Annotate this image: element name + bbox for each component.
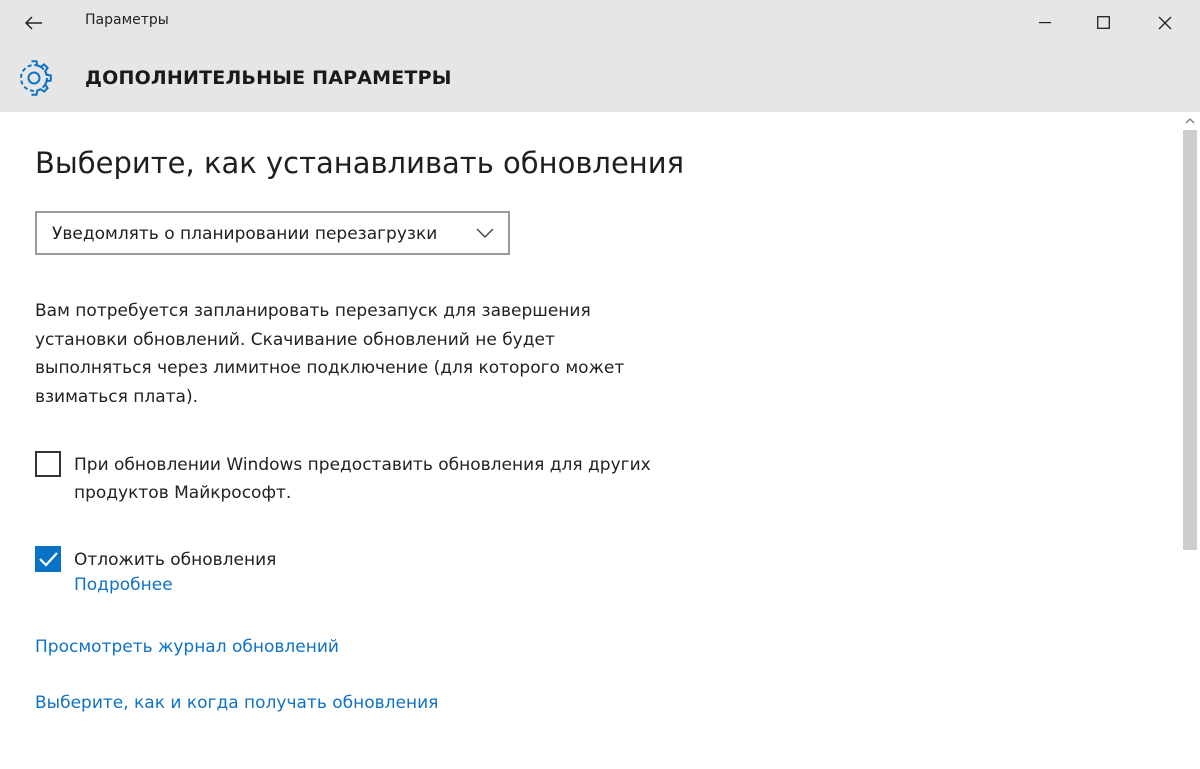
close-button[interactable] [1135, 0, 1195, 45]
minimize-icon [1039, 21, 1051, 23]
gear-icon [20, 60, 52, 96]
update-history-link[interactable]: Просмотреть журнал обновлений [35, 637, 339, 657]
other-products-checkbox[interactable] [35, 451, 61, 477]
learn-more-link[interactable]: Подробнее [74, 575, 173, 595]
window-title: Параметры [85, 12, 169, 28]
section-title: ДОПОЛНИТЕЛЬНЫЕ ПАРАМЕТРЫ [85, 67, 452, 89]
title-bar: Параметры [0, 0, 1200, 45]
defer-updates-checkbox[interactable] [35, 546, 61, 572]
defer-updates-label: Отложить обновления [74, 550, 277, 570]
arrow-left-icon [25, 15, 42, 30]
back-button[interactable] [0, 0, 68, 45]
scroll-up-icon[interactable] [1183, 116, 1197, 126]
minimize-button[interactable] [1015, 0, 1075, 45]
checkmark-icon [39, 552, 58, 567]
install-mode-dropdown[interactable]: Уведомлять о планировании перезагрузки [35, 211, 510, 255]
other-products-label: При обновлении Windows предоставить обно… [74, 455, 651, 503]
delivery-options-link[interactable]: Выберите, как и когда получать обновлени… [35, 693, 438, 713]
close-icon [1158, 16, 1172, 29]
settings-header: ДОПОЛНИТЕЛЬНЫЕ ПАРАМЕТРЫ [0, 45, 1200, 112]
scrollbar-thumb[interactable] [1183, 130, 1197, 550]
description-text: Вам потребуется запланировать перезапуск… [35, 301, 625, 407]
maximize-button[interactable] [1073, 0, 1133, 45]
page-title: Выберите, как устанавливать обновления [35, 146, 685, 180]
maximize-icon [1096, 16, 1110, 29]
chevron-down-icon [476, 228, 494, 238]
dropdown-selected-value: Уведомлять о планировании перезагрузки [52, 224, 438, 244]
